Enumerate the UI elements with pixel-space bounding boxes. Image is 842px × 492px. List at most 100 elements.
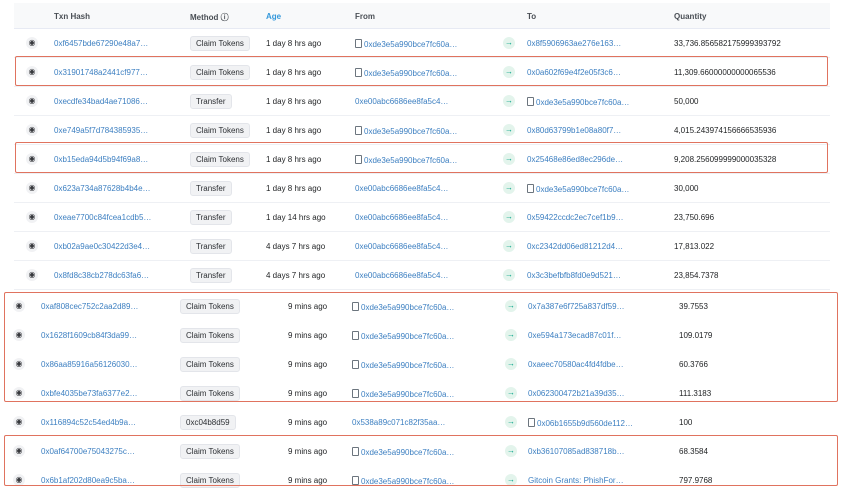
token-transfers-screenshot: Txn Hash Method ⓘ Age From To Quantity ◉… bbox=[0, 0, 842, 492]
table-row: ◉ 0x623a734a87628b4b4e… Transfer 1 day 8 hr… bbox=[14, 174, 830, 203]
arrow-right-icon: → bbox=[503, 37, 515, 49]
age-text: 1 day 14 hrs ago bbox=[266, 213, 326, 222]
to-address[interactable]: 0x59422ccdc2ec7cef1b9… bbox=[527, 213, 624, 222]
age-text: 1 day 8 hrs ago bbox=[266, 39, 322, 48]
to-address-text: 0x8f5906963ae276e163… bbox=[527, 39, 622, 48]
from-address-text: 0xe00abc6686ee8fa5c4… bbox=[355, 271, 449, 280]
arrow-right-icon: → bbox=[503, 240, 515, 252]
col-age[interactable]: Age bbox=[266, 12, 281, 21]
age-text: 4 days 7 hrs ago bbox=[266, 242, 326, 251]
txn-hash-link[interactable]: 0x8fd8c38cb278dc63fa6… bbox=[54, 271, 149, 280]
method-badge: Transfer bbox=[190, 239, 232, 254]
from-address[interactable]: 0xde3e5a990bce7fc60a… bbox=[355, 126, 457, 136]
col-txn-hash: Txn Hash bbox=[54, 12, 91, 21]
table-row: ◉ 0xb02a9ae0c30422d3e4… Transfer 4 days 7 h… bbox=[14, 232, 830, 261]
to-address-text: 0xde3e5a990bce7fc60a… bbox=[536, 185, 630, 194]
contract-document-icon bbox=[355, 126, 362, 135]
eye-icon[interactable]: ◉ bbox=[26, 124, 38, 136]
quantity-value: 100 bbox=[679, 418, 693, 427]
quantity-value: 23,750.696 bbox=[674, 213, 715, 222]
table-row: ◉ 0xecdfe34bad4ae71086… Transfer 1 day 8 hr… bbox=[14, 87, 830, 116]
from-address[interactable]: 0x538a89c071c82f35aa… bbox=[352, 418, 445, 427]
arrow-right-icon: → bbox=[503, 95, 515, 107]
eye-icon[interactable]: ◉ bbox=[13, 416, 25, 428]
eye-icon[interactable]: ◉ bbox=[26, 269, 38, 281]
to-address-text: 0x06b1655b9d560de112… bbox=[537, 419, 633, 428]
from-address[interactable]: 0xe00abc6686ee8fa5c4… bbox=[355, 97, 448, 106]
from-address-text: 0xe00abc6686ee8fa5c4… bbox=[355, 97, 449, 106]
to-address[interactable]: 0xde3e5a990bce7fc60a… bbox=[527, 97, 629, 107]
method-badge: Claim Tokens bbox=[190, 123, 250, 138]
age-text: 1 day 8 hrs ago bbox=[266, 126, 322, 135]
highlight-box bbox=[4, 435, 838, 486]
from-address-text: 0xe00abc6686ee8fa5c4… bbox=[355, 242, 449, 251]
col-method[interactable]: Method ⓘ bbox=[190, 12, 229, 23]
from-address-text: 0x538a89c071c82f35aa… bbox=[352, 418, 446, 427]
eye-icon[interactable]: ◉ bbox=[26, 211, 38, 223]
to-address-text: 0x59422ccdc2ec7cef1b9… bbox=[527, 213, 624, 222]
txn-hash-link[interactable]: 0xe749a5f7d784385935… bbox=[54, 126, 148, 135]
table-header: Txn Hash Method ⓘ Age From To Quantity bbox=[14, 3, 830, 29]
from-address-text: 0xde3e5a990bce7fc60a… bbox=[364, 127, 458, 136]
quantity-value: 33,736.856582175999393792 bbox=[674, 39, 781, 48]
arrow-right-icon: → bbox=[505, 416, 517, 428]
age-text: 1 day 8 hrs ago bbox=[266, 184, 322, 193]
to-address[interactable]: 0x06b1655b9d560de112… bbox=[528, 418, 633, 428]
to-address[interactable]: 0xc2342dd06ed81212d4… bbox=[527, 242, 623, 251]
quantity-value: 4,015.243974156666535936 bbox=[674, 126, 777, 135]
txn-hash-link[interactable]: 0xecdfe34bad4ae71086… bbox=[54, 97, 148, 106]
txn-hash-link[interactable]: 0x116894c52c54ed4b9a… bbox=[41, 418, 136, 427]
from-address-text: 0xe00abc6686ee8fa5c4… bbox=[355, 184, 449, 193]
eye-icon[interactable]: ◉ bbox=[26, 182, 38, 194]
txn-hash-link[interactable]: 0xf6457bde67290e48a7… bbox=[54, 39, 148, 48]
arrow-right-icon: → bbox=[503, 211, 515, 223]
from-address[interactable]: 0xe00abc6686ee8fa5c4… bbox=[355, 213, 448, 222]
method-badge: 0xc04b8d59 bbox=[180, 415, 236, 430]
highlight-box bbox=[4, 292, 838, 402]
col-quantity: Quantity bbox=[674, 12, 707, 21]
quantity-value: 23,854.7378 bbox=[674, 271, 719, 280]
arrow-right-icon: → bbox=[503, 182, 515, 194]
table-row: ◉ 0xeae7700c84fcea1cdb5… Transfer 1 day 14 … bbox=[14, 203, 830, 232]
from-address[interactable]: 0xe00abc6686ee8fa5c4… bbox=[355, 184, 448, 193]
from-address[interactable]: 0xe00abc6686ee8fa5c4… bbox=[355, 271, 448, 280]
to-address-text: 0x3c3befbfb8fd0e9d521… bbox=[527, 271, 621, 280]
txn-hash-link[interactable]: 0xb02a9ae0c30422d3e4… bbox=[54, 242, 150, 251]
method-badge: Transfer bbox=[190, 268, 232, 283]
arrow-right-icon: → bbox=[503, 124, 515, 136]
eye-icon[interactable]: ◉ bbox=[26, 240, 38, 252]
quantity-value: 17,813.022 bbox=[674, 242, 715, 251]
eye-icon[interactable]: ◉ bbox=[26, 95, 38, 107]
method-badge: Transfer bbox=[190, 94, 232, 109]
txn-hash-link[interactable]: 0xeae7700c84fcea1cdb5… bbox=[54, 213, 151, 222]
from-address[interactable]: 0xe00abc6686ee8fa5c4… bbox=[355, 242, 448, 251]
txn-hash-link[interactable]: 0x623a734a87628b4b4e… bbox=[54, 184, 151, 193]
to-address[interactable]: 0x80d63799b1e08a80f7… bbox=[527, 126, 621, 135]
col-from: From bbox=[355, 12, 375, 21]
table-row: ◉ 0xf6457bde67290e48a7… Claim Tokens 1 day … bbox=[14, 29, 830, 58]
quantity-value: 50,000 bbox=[674, 97, 699, 106]
from-address[interactable]: 0xde3e5a990bce7fc60a… bbox=[355, 39, 457, 49]
contract-document-icon bbox=[528, 418, 535, 427]
contract-document-icon bbox=[527, 97, 534, 106]
table-row: ◉ 0xe749a5f7d784385935… Claim Tokens 1 day … bbox=[14, 116, 830, 145]
to-address-text: 0xc2342dd06ed81212d4… bbox=[527, 242, 624, 251]
from-address-text: 0xde3e5a990bce7fc60a… bbox=[364, 40, 458, 49]
to-address-text: 0xde3e5a990bce7fc60a… bbox=[536, 98, 630, 107]
quantity-value: 30,000 bbox=[674, 184, 699, 193]
table-row: ◉ 0x116894c52c54ed4b9a… 0xc04b8d59 9 mins a… bbox=[0, 408, 842, 437]
to-address[interactable]: 0x3c3befbfb8fd0e9d521… bbox=[527, 271, 621, 280]
method-badge: Transfer bbox=[190, 210, 232, 225]
table-row: ◉ 0x8fd8c38cb278dc63fa6… Transfer 4 days 7 … bbox=[14, 261, 830, 290]
age-text: 1 day 8 hrs ago bbox=[266, 97, 322, 106]
highlight-box bbox=[15, 142, 828, 173]
highlight-box bbox=[15, 56, 828, 86]
from-address-text: 0xe00abc6686ee8fa5c4… bbox=[355, 213, 449, 222]
method-badge: Claim Tokens bbox=[190, 36, 250, 51]
to-address[interactable]: 0xde3e5a990bce7fc60a… bbox=[527, 184, 629, 194]
contract-document-icon bbox=[527, 184, 534, 193]
method-badge: Transfer bbox=[190, 181, 232, 196]
age-text: 9 mins ago bbox=[288, 418, 328, 427]
eye-icon[interactable]: ◉ bbox=[26, 37, 38, 49]
to-address[interactable]: 0x8f5906963ae276e163… bbox=[527, 39, 621, 48]
